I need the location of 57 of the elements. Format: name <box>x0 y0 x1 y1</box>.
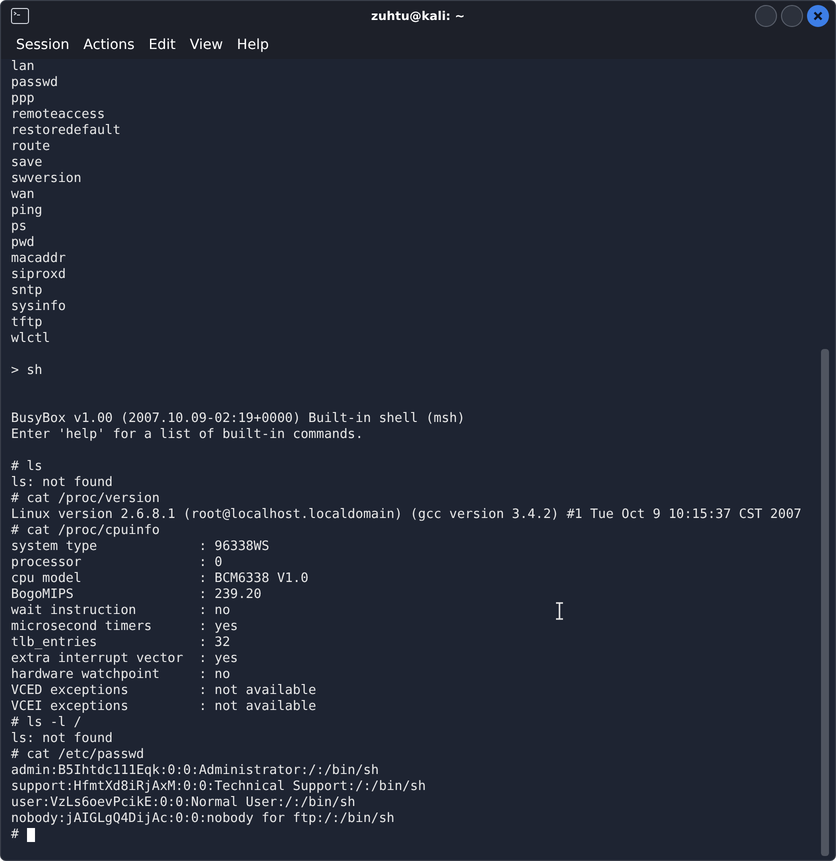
terminal-line: cpu model : BCM6338 V1.0 <box>11 571 308 587</box>
terminal-line: wan <box>11 187 34 203</box>
terminal-line: pwd <box>11 235 34 251</box>
terminal-line: support:HfmtXd8iRjAxM:0:0:Technical Support:/:/bin/sh <box>11 779 426 795</box>
terminal-line: admin:B5Ihtdc111Eqk:0:0:Administrator:/:/bin/sh <box>11 763 379 779</box>
terminal-line: sysinfo <box>11 299 66 315</box>
terminal-line: BusyBox v1.00 (2007.10.09-02:19+0000) Built-in shell (msh) <box>11 411 465 427</box>
terminal-line: siproxd <box>11 267 66 283</box>
terminal-line: ps <box>11 219 27 235</box>
text-cursor <box>26 828 35 842</box>
menu-item[interactable]: Edit <box>142 37 183 53</box>
maximize-button[interactable] <box>781 5 803 27</box>
terminal-line: remoteaccess <box>11 107 105 123</box>
terminal-line: processor : 0 <box>11 555 222 571</box>
terminal-line: hardware watchpoint : no <box>11 667 230 683</box>
terminal-line: # cat /proc/cpuinfo <box>11 523 160 539</box>
terminal-line: # ls -l / <box>11 715 82 731</box>
menu-item[interactable]: Actions <box>76 37 142 53</box>
menu-item[interactable]: View <box>182 37 230 53</box>
terminal-line: > sh <box>11 363 42 379</box>
terminal-line: sntp <box>11 283 42 299</box>
window-title: zuhtu@kali: ~ <box>370 9 465 23</box>
terminal-line: system type : 96338WS <box>11 539 270 555</box>
terminal-line: # cat /etc/passwd <box>11 747 144 763</box>
terminal-line: swversion <box>11 171 82 187</box>
terminal-line: BogoMIPS : 239.20 <box>11 587 262 603</box>
close-button[interactable] <box>807 5 829 27</box>
terminal-line: restoredefault <box>11 123 121 139</box>
terminal-line: VCED exceptions : not available <box>11 683 316 699</box>
terminal-line: nobody:jAIGLgQ4DijAc:0:0:nobody for ftp:/:/bin/sh <box>11 811 395 827</box>
terminal-line: extra interrupt vector : yes <box>11 651 238 667</box>
terminal-line: macaddr <box>11 251 66 267</box>
terminal-line: route <box>11 139 50 155</box>
terminal-line: lan <box>11 59 34 75</box>
terminal-line: tlb_entries : 32 <box>11 635 230 651</box>
terminal-line: ppp <box>11 91 34 107</box>
menu-item[interactable]: Session <box>9 37 76 53</box>
terminal-line: # ls <box>11 459 42 475</box>
ibeam-cursor-icon <box>555 602 564 620</box>
menu-item[interactable]: Help <box>230 37 276 53</box>
shell-prompt: # <box>11 827 19 843</box>
terminal-line: ls: not found <box>11 731 113 747</box>
minimize-button[interactable] <box>755 5 777 27</box>
terminal-line: Linux version 2.6.8.1 (root@localhost.localdomain) (gcc version 3.4.2) #1 Tue Oct 9 10:15:37 CST 2007 <box>11 507 802 523</box>
terminal-line: microsecond timers : yes <box>11 619 238 635</box>
terminal-line: wlctl <box>11 331 50 347</box>
terminal-line: ls: not found <box>11 475 113 491</box>
terminal-line: passwd <box>11 75 58 91</box>
terminal-line: tftp <box>11 315 42 331</box>
terminal-line: ping <box>11 203 42 219</box>
terminal-line: # cat /proc/version <box>11 491 160 507</box>
terminal-icon <box>11 8 29 24</box>
terminal-line: Enter 'help' for a list of built-in commands. <box>11 427 364 443</box>
terminal-line: save <box>11 155 42 171</box>
terminal-line: VCEI exceptions : not available <box>11 699 316 715</box>
terminal-line: user:VzLs6oevPcikE:0:0:Normal User:/:/bin/sh <box>11 795 356 811</box>
terminal-line: wait instruction : no <box>11 603 230 619</box>
